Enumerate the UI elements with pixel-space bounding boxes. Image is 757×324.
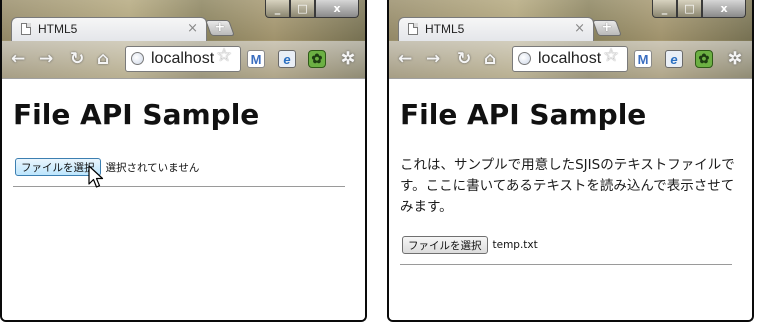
browser-tab[interactable]: HTML5 × <box>398 17 594 41</box>
maximize-button[interactable]: □ <box>677 0 702 18</box>
page-content: File API Sample これは、サンプルで用意したSJISのテキストファ… <box>389 78 752 320</box>
file-input[interactable]: ファイルを選択 temp.txt <box>402 236 538 254</box>
reload-icon[interactable]: ↻ <box>457 49 471 69</box>
window-caption-buttons: _ □ x <box>652 0 746 19</box>
choose-file-button[interactable]: ファイルを選択 <box>402 236 488 254</box>
wrench-icon[interactable]: ✲ <box>338 49 358 68</box>
mouse-cursor-icon <box>88 165 104 188</box>
ie-tab-icon[interactable]: e <box>665 50 683 68</box>
divider-line <box>400 264 732 265</box>
star-icon[interactable]: ☆ <box>603 45 619 66</box>
page-icon <box>408 23 418 35</box>
ie-tab-icon[interactable]: e <box>278 50 296 68</box>
home-icon[interactable]: ⌂ <box>97 49 109 69</box>
page-title: File API Sample <box>13 98 260 131</box>
gmail-icon[interactable]: M <box>634 50 652 68</box>
plus-icon: + <box>214 20 226 35</box>
tab-title: HTML5 <box>38 22 78 36</box>
page-title: File API Sample <box>400 98 647 131</box>
plus-icon: + <box>601 20 613 35</box>
browser-window-right: _ □ x HTML5 × + ← → ↻ ⌂ localhost ☆ M e … <box>387 0 754 322</box>
back-arrow-icon[interactable]: ← <box>398 49 412 69</box>
new-tab-button[interactable]: + <box>592 20 622 36</box>
browser-window-left: _ □ x HTML5 × + ← → ↻ ⌂ localhost ☆ M e … <box>0 0 367 322</box>
close-icon[interactable]: × <box>574 21 585 36</box>
globe-icon <box>131 52 144 65</box>
new-tab-button[interactable]: + <box>205 20 235 36</box>
file-contents-text: これは、サンプルで用意したSJISのテキストファイルです。ここに書いてあるテキス… <box>400 157 735 215</box>
address-bar-url: localhost <box>538 50 602 67</box>
browser-toolbar: ← → ↻ ⌂ localhost ☆ M e ✿ ✲ <box>2 41 365 78</box>
file-status-text: temp.txt <box>492 239 538 251</box>
tab-title: HTML5 <box>425 22 465 36</box>
wrench-icon[interactable]: ✲ <box>725 49 745 68</box>
divider-line <box>13 186 345 187</box>
globe-icon <box>518 52 531 65</box>
page-content: File API Sample ファイルを選択 選択されていません <box>2 78 365 320</box>
minimize-button[interactable]: _ <box>265 0 290 18</box>
file-input[interactable]: ファイルを選択 選択されていません <box>15 158 199 176</box>
close-window-button[interactable]: x <box>702 0 746 18</box>
minimize-button[interactable]: _ <box>652 0 677 18</box>
home-icon[interactable]: ⌂ <box>484 49 496 69</box>
file-status-text: 選択されていません <box>105 161 200 174</box>
star-icon[interactable]: ☆ <box>216 45 232 66</box>
window-caption-buttons: _ □ x <box>265 0 359 19</box>
forward-arrow-icon[interactable]: → <box>39 49 53 69</box>
reload-icon[interactable]: ↻ <box>70 49 84 69</box>
browser-toolbar: ← → ↻ ⌂ localhost ☆ M e ✿ ✲ <box>389 41 752 78</box>
gmail-icon[interactable]: M <box>247 50 265 68</box>
maximize-button[interactable]: □ <box>290 0 315 18</box>
address-bar-url: localhost <box>151 50 215 67</box>
evernote-icon[interactable]: ✿ <box>308 50 326 68</box>
close-window-button[interactable]: x <box>315 0 359 18</box>
forward-arrow-icon[interactable]: → <box>426 49 440 69</box>
close-icon[interactable]: × <box>187 21 198 36</box>
page-icon <box>21 23 31 35</box>
back-arrow-icon[interactable]: ← <box>11 49 25 69</box>
evernote-icon[interactable]: ✿ <box>695 50 713 68</box>
browser-tab[interactable]: HTML5 × <box>11 17 207 41</box>
